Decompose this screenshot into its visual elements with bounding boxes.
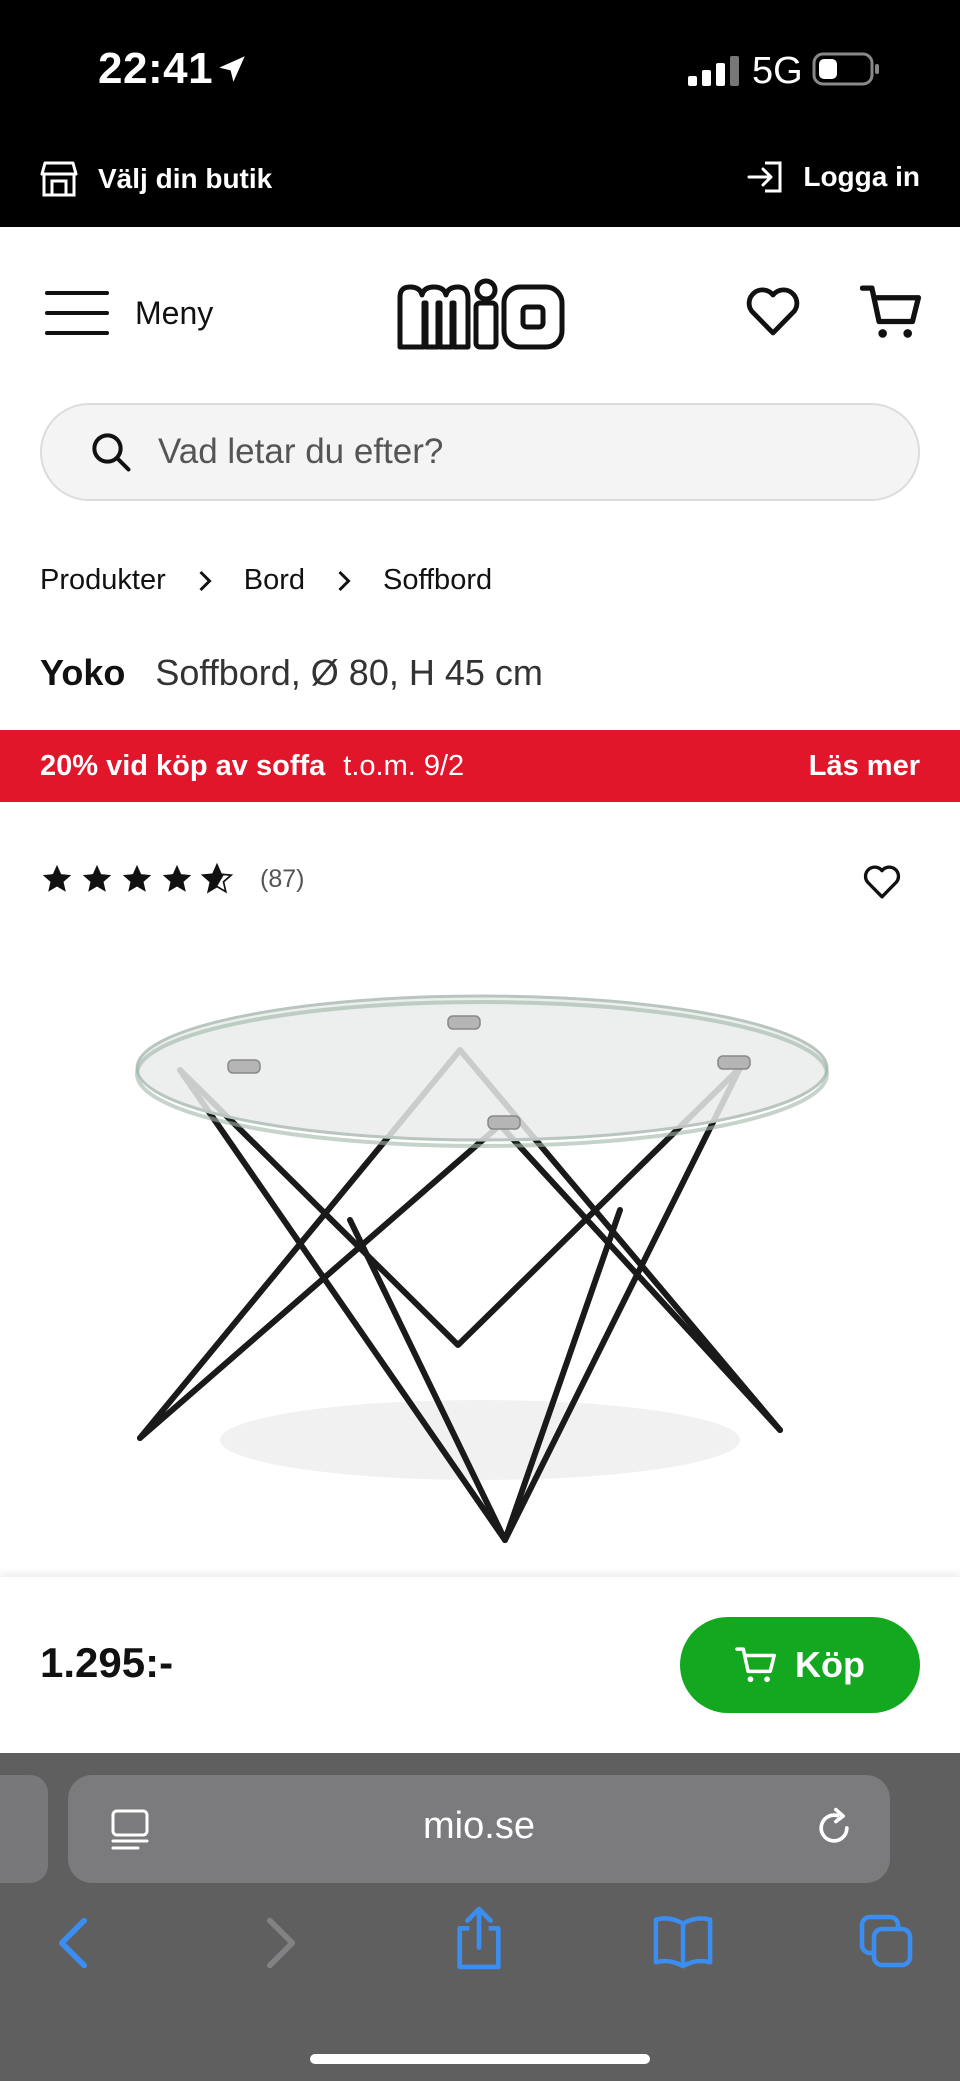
buy-button[interactable]: Köp — [680, 1617, 920, 1713]
browser-toolbar: mio.se — [0, 1753, 960, 2081]
cellular-signal-icon — [688, 56, 739, 86]
product-brand: Yoko — [40, 652, 126, 693]
half-star-icon — [200, 862, 234, 894]
reload-icon[interactable] — [812, 1805, 856, 1851]
back-icon[interactable] — [50, 1913, 96, 1973]
star-icon — [42, 864, 72, 892]
url-text: mio.se — [423, 1805, 535, 1847]
star-icon — [122, 864, 152, 892]
product-rating[interactable]: (87) — [40, 862, 304, 896]
breadcrumb-item-bord[interactable]: Bord — [244, 564, 305, 597]
site-header: Meny mio — [0, 227, 960, 402]
promo-date: t.o.m. 9/2 — [343, 749, 465, 782]
hamburger-icon — [45, 291, 109, 335]
search-icon — [92, 433, 131, 472]
promo-text: 20% vid köp av soffa — [40, 749, 326, 782]
store-icon — [40, 161, 78, 197]
address-bar[interactable]: mio.se — [68, 1775, 890, 1883]
menu-button[interactable]: Meny — [45, 290, 213, 336]
search-bar[interactable] — [40, 403, 920, 501]
home-indicator — [310, 2054, 650, 2064]
utility-bar: Välj din butik Logga in — [0, 140, 960, 227]
menu-label: Meny — [135, 294, 214, 331]
forward-icon[interactable] — [258, 1913, 304, 1973]
mio-logo[interactable]: mio — [392, 275, 568, 357]
product-title: Yoko Soffbord, Ø 80, H 45 cm — [40, 652, 543, 694]
cart-icon[interactable] — [860, 283, 922, 341]
location-arrow-icon — [219, 56, 245, 82]
rating-stars — [40, 862, 234, 896]
buy-bar: 1.295:- Köp — [0, 1577, 960, 1753]
status-bar: 22:41 5G — [0, 0, 960, 140]
product-description: Soffbord, Ø 80, H 45 cm — [155, 652, 543, 693]
network-type: 5G — [752, 50, 803, 92]
status-time: 22:41 — [98, 44, 214, 93]
choose-store-label: Välj din butik — [98, 163, 273, 194]
search-input[interactable] — [158, 432, 798, 472]
chevron-right-icon — [196, 569, 214, 593]
bookmarks-icon[interactable] — [652, 1913, 714, 1969]
rating-count: (87) — [260, 864, 305, 893]
login-link[interactable]: Logga in — [747, 160, 920, 194]
previous-tab-preview[interactable] — [0, 1775, 48, 1883]
login-icon — [747, 161, 782, 193]
breadcrumb: Produkter Bord Soffbord — [40, 564, 492, 597]
product-price: 1.295:- — [40, 1639, 174, 1686]
breadcrumb-item-produkter[interactable]: Produkter — [40, 564, 166, 597]
buy-button-label: Köp — [795, 1644, 865, 1685]
heart-icon[interactable] — [744, 283, 802, 337]
browser-nav-row — [0, 1906, 960, 1993]
chevron-right-icon — [335, 569, 353, 593]
login-label: Logga in — [803, 161, 920, 192]
star-icon — [162, 864, 192, 892]
battery-icon — [812, 52, 879, 86]
star-icon — [82, 864, 112, 892]
breadcrumb-item-soffbord[interactable]: Soffbord — [383, 564, 492, 597]
promo-read-more-link[interactable]: Läs mer — [809, 750, 920, 783]
tabs-icon[interactable] — [858, 1913, 914, 1969]
wishlist-heart-icon[interactable] — [862, 862, 902, 900]
share-icon[interactable] — [452, 1905, 506, 1971]
cart-icon — [735, 1647, 776, 1683]
promo-banner[interactable]: 20% vid köp av soffa t.o.m. 9/2 Läs mer — [0, 730, 960, 802]
choose-store-link[interactable]: Välj din butik — [38, 160, 272, 198]
product-image[interactable] — [100, 960, 860, 1560]
